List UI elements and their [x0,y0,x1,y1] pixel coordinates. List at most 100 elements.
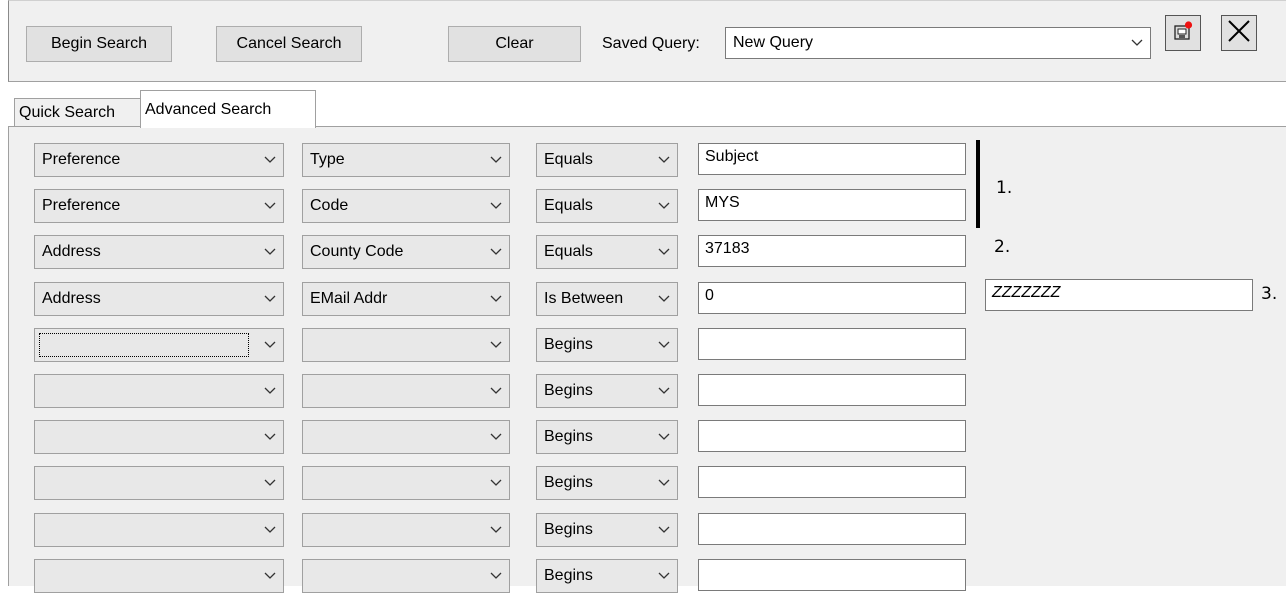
category-select[interactable] [34,466,284,500]
chevron-down-icon [483,387,509,395]
chevron-down-icon [257,248,283,256]
value-input[interactable]: Subject [698,143,966,175]
category-select[interactable] [34,374,284,408]
operator-select-value: Begins [544,336,593,353]
category-select[interactable] [34,420,284,454]
cancel-search-button[interactable]: Cancel Search [216,26,362,62]
close-button[interactable] [1221,15,1257,51]
value-input[interactable] [698,559,966,591]
chevron-down-icon [257,526,283,534]
operator-select[interactable]: Begins [536,559,678,593]
save-query-button[interactable] [1165,15,1201,51]
marker-2: 2. [994,237,1011,257]
operator-select-value: Begins [544,521,593,538]
operator-select[interactable]: Equals [536,189,678,223]
category-select[interactable]: Preference [34,143,284,177]
operator-select-value: Begins [544,474,593,491]
operator-select-value: Begins [544,567,593,584]
operator-select[interactable]: Begins [536,328,678,362]
operator-select[interactable]: Begins [536,466,678,500]
value-input[interactable] [698,420,966,452]
field-select[interactable]: Code [302,189,510,223]
chevron-down-icon [257,156,283,164]
chevron-down-icon [483,202,509,210]
category-select-value: Preference [42,197,121,214]
group-bracket [976,140,980,228]
chevron-down-icon [651,248,677,256]
field-select[interactable] [302,420,510,454]
operator-select-value: Equals [544,151,593,168]
operator-select[interactable]: Is Between [536,282,678,316]
operator-select[interactable]: Begins [536,374,678,408]
saved-query-select[interactable]: New Query [725,27,1151,59]
toolbar: Begin Search Cancel Search Clear Saved Q… [8,0,1286,82]
between-upper-input[interactable]: ZZZZZZZ [985,279,1253,311]
chevron-down-icon [257,387,283,395]
chevron-down-icon [483,433,509,441]
chevron-down-icon [483,156,509,164]
value-input[interactable] [698,513,966,545]
chevron-down-icon [651,433,677,441]
chevron-down-icon [651,295,677,303]
category-select[interactable] [34,513,284,547]
field-select[interactable] [302,559,510,593]
clear-button[interactable]: Clear [448,26,581,62]
field-select-value: EMail Addr [310,290,388,307]
operator-select[interactable]: Equals [536,143,678,177]
chevron-down-icon [257,479,283,487]
chevron-down-icon [651,526,677,534]
operator-select[interactable]: Equals [536,235,678,269]
value-input[interactable] [698,328,966,360]
chevron-down-icon [1124,39,1150,47]
chevron-down-icon [483,295,509,303]
chevron-down-icon [257,433,283,441]
field-select[interactable] [302,328,510,362]
operator-select[interactable]: Begins [536,420,678,454]
field-select[interactable]: EMail Addr [302,282,510,316]
value-input[interactable]: MYS [698,189,966,221]
category-select-value: Address [42,290,101,307]
chevron-down-icon [483,572,509,580]
value-input[interactable] [698,374,966,406]
save-query-icon [1172,20,1194,46]
field-select[interactable] [302,374,510,408]
category-select-value: Preference [42,151,121,168]
chevron-down-icon [483,341,509,349]
operator-select-value: Equals [544,243,593,260]
chevron-down-icon [651,387,677,395]
tab-advanced-search[interactable]: Advanced Search [140,90,316,128]
chevron-down-icon [651,572,677,580]
field-select[interactable] [302,513,510,547]
chevron-down-icon [257,295,283,303]
value-input[interactable]: 0 [698,282,966,314]
value-input[interactable]: 37183 [698,235,966,267]
saved-query-value: New Query [733,34,814,51]
marker-3: 3. [1261,284,1278,304]
category-select[interactable] [34,328,284,362]
tab-quick-search[interactable]: Quick Search [14,98,144,127]
category-select[interactable] [34,559,284,593]
chevron-down-icon [483,248,509,256]
begin-search-button[interactable]: Begin Search [26,26,172,62]
field-select[interactable]: Type [302,143,510,177]
operator-select-value: Begins [544,428,593,445]
marker-1: 1. [996,178,1013,198]
chevron-down-icon [651,341,677,349]
value-input[interactable] [698,466,966,498]
category-select[interactable]: Address [34,282,284,316]
field-select-value: Code [310,197,349,214]
field-select-value: Type [310,151,345,168]
operator-select-value: Is Between [544,290,624,307]
chevron-down-icon [257,202,283,210]
category-select[interactable]: Address [34,235,284,269]
chevron-down-icon [651,479,677,487]
field-select-value: County Code [310,243,404,260]
chevron-down-icon [257,572,283,580]
field-select[interactable]: County Code [302,235,510,269]
field-select[interactable] [302,466,510,500]
saved-query-label: Saved Query: [602,35,700,52]
category-select[interactable]: Preference [34,189,284,223]
focus-ring [39,333,249,357]
chevron-down-icon [483,479,509,487]
operator-select[interactable]: Begins [536,513,678,547]
